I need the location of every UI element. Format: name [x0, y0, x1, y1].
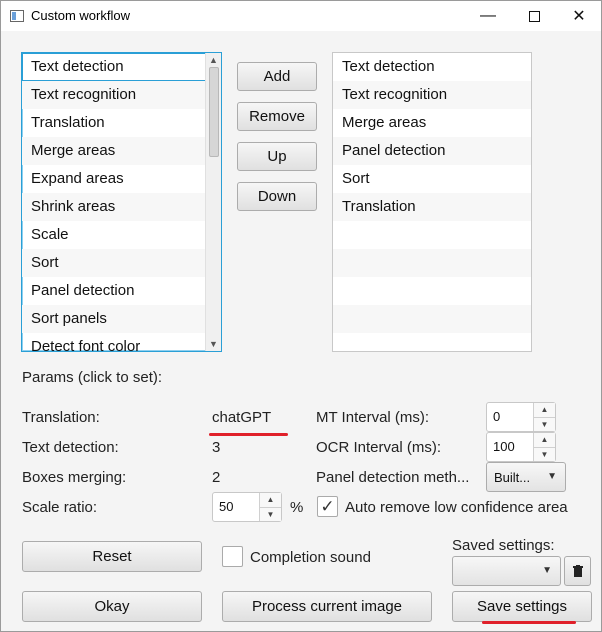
available-steps-rows: Text detection Text recognition Translatio… [22, 53, 221, 351]
chevron-down-icon: ▼ [542, 565, 552, 576]
scroll-thumb[interactable] [209, 67, 219, 157]
scale-ratio-value[interactable]: 50 [219, 499, 233, 514]
list-item[interactable]: Translation [333, 193, 531, 221]
close-button[interactable]: ✕ [556, 1, 602, 31]
list-item[interactable]: Translation [22, 109, 221, 137]
okay-button[interactable]: Okay [22, 591, 202, 622]
window-title: Custom workflow [31, 8, 130, 23]
boxes-merging-value[interactable]: 2 [212, 469, 220, 486]
down-button[interactable]: Down [237, 182, 317, 211]
scroll-down-arrow-icon[interactable]: ▼ [206, 337, 221, 351]
increment-arrow-icon[interactable]: ▲ [534, 403, 555, 417]
minimize-icon: — [480, 7, 496, 24]
list-item[interactable]: Text recognition [333, 81, 531, 109]
list-item[interactable]: Expand areas [22, 165, 221, 193]
list-item [333, 305, 531, 333]
app-window-icon [10, 10, 24, 22]
completion-sound-label[interactable]: Completion sound [250, 549, 371, 566]
list-item[interactable]: Scale [22, 221, 221, 249]
list-item[interactable]: Text recognition [22, 81, 221, 109]
workflow-steps-list[interactable]: Text detection Text recognition Merge area… [332, 52, 532, 352]
ocr-interval-spin-buttons: ▲ ▼ [533, 433, 555, 461]
ocr-interval-spinner[interactable]: 100 ▲ ▼ [486, 432, 556, 462]
delete-saved-settings-button[interactable] [564, 556, 591, 586]
completion-sound-checkbox[interactable] [222, 546, 243, 567]
annotation-underline [209, 433, 288, 436]
list-item [333, 221, 531, 249]
panel-detection-value: Built... [494, 470, 531, 485]
mt-interval-spinner[interactable]: 0 ▲ ▼ [486, 402, 556, 432]
list-item[interactable]: Shrink areas [22, 193, 221, 221]
maximize-icon [528, 10, 540, 22]
list-item[interactable]: Merge areas [22, 137, 221, 165]
text-detection-value[interactable]: 3 [212, 439, 220, 456]
maximize-button[interactable] [511, 1, 557, 31]
title-bar: Custom workflow — ✕ [1, 1, 601, 31]
text-detection-label: Text detection: [22, 439, 119, 456]
scale-ratio-spin-buttons: ▲ ▼ [259, 493, 281, 521]
mt-interval-spin-buttons: ▲ ▼ [533, 403, 555, 431]
workflow-steps-rows: Text detection Text recognition Merge area… [333, 53, 531, 333]
list-item[interactable]: Sort panels [22, 305, 221, 333]
increment-arrow-icon[interactable]: ▲ [534, 433, 555, 447]
translation-label: Translation: [22, 409, 100, 426]
scale-ratio-label: Scale ratio: [22, 499, 98, 516]
close-icon: ✕ [572, 8, 586, 25]
chevron-down-icon: ▼ [547, 471, 557, 482]
scroll-up-arrow-icon[interactable]: ▲ [206, 53, 221, 67]
params-header: Params (click to set): [22, 369, 163, 386]
list-item [333, 249, 531, 277]
mt-interval-value[interactable]: 0 [493, 409, 500, 424]
save-settings-button[interactable]: Save settings [452, 591, 592, 622]
ocr-interval-label: OCR Interval (ms): [316, 439, 442, 456]
available-steps-list[interactable]: Text detection Text recognition Translatio… [21, 52, 222, 352]
checkmark-icon: ✓ [320, 497, 335, 516]
decrement-arrow-icon[interactable]: ▼ [534, 447, 555, 461]
list-item[interactable]: Text detection [333, 53, 531, 81]
up-button[interactable]: Up [237, 142, 317, 171]
panel-detection-label: Panel detection meth... [316, 469, 470, 486]
reset-button[interactable]: Reset [22, 541, 202, 572]
remove-button[interactable]: Remove [237, 102, 317, 131]
list-item[interactable]: Sort [333, 165, 531, 193]
list-item[interactable]: Detect font color [22, 333, 221, 351]
increment-arrow-icon[interactable]: ▲ [260, 493, 281, 507]
list-item [333, 277, 531, 305]
list-item[interactable]: Text detection [22, 53, 221, 81]
decrement-arrow-icon[interactable]: ▼ [534, 417, 555, 431]
available-steps-scrollbar[interactable]: ▲ ▼ [205, 53, 221, 351]
translation-value[interactable]: chatGPT [212, 409, 271, 426]
custom-workflow-window: Custom workflow — ✕ Text detection Text r… [0, 0, 602, 632]
mt-interval-label: MT Interval (ms): [316, 409, 430, 426]
ocr-interval-value[interactable]: 100 [493, 439, 515, 454]
scale-unit: % [290, 499, 304, 516]
auto-remove-label[interactable]: Auto remove low confidence area [345, 499, 581, 516]
scale-ratio-spinner[interactable]: 50 ▲ ▼ [212, 492, 282, 522]
auto-remove-checkbox[interactable]: ✓ [317, 496, 338, 517]
boxes-merging-label: Boxes merging: [22, 469, 127, 486]
add-button[interactable]: Add [237, 62, 317, 91]
list-item[interactable]: Panel detection [333, 137, 531, 165]
minimize-button[interactable]: — [465, 1, 511, 31]
list-item[interactable]: Panel detection [22, 277, 221, 305]
annotation-underline [482, 621, 576, 624]
trash-icon [572, 565, 583, 577]
panel-detection-dropdown[interactable]: Built... ▼ [486, 462, 566, 492]
dialog-content: Text detection Text recognition Translatio… [1, 31, 601, 631]
list-item[interactable]: Merge areas [333, 109, 531, 137]
list-item[interactable]: Sort [22, 249, 221, 277]
saved-settings-label: Saved settings: [452, 537, 555, 554]
process-current-image-button[interactable]: Process current image [222, 591, 432, 622]
saved-settings-dropdown[interactable]: ▼ [452, 556, 561, 586]
decrement-arrow-icon[interactable]: ▼ [260, 507, 281, 521]
